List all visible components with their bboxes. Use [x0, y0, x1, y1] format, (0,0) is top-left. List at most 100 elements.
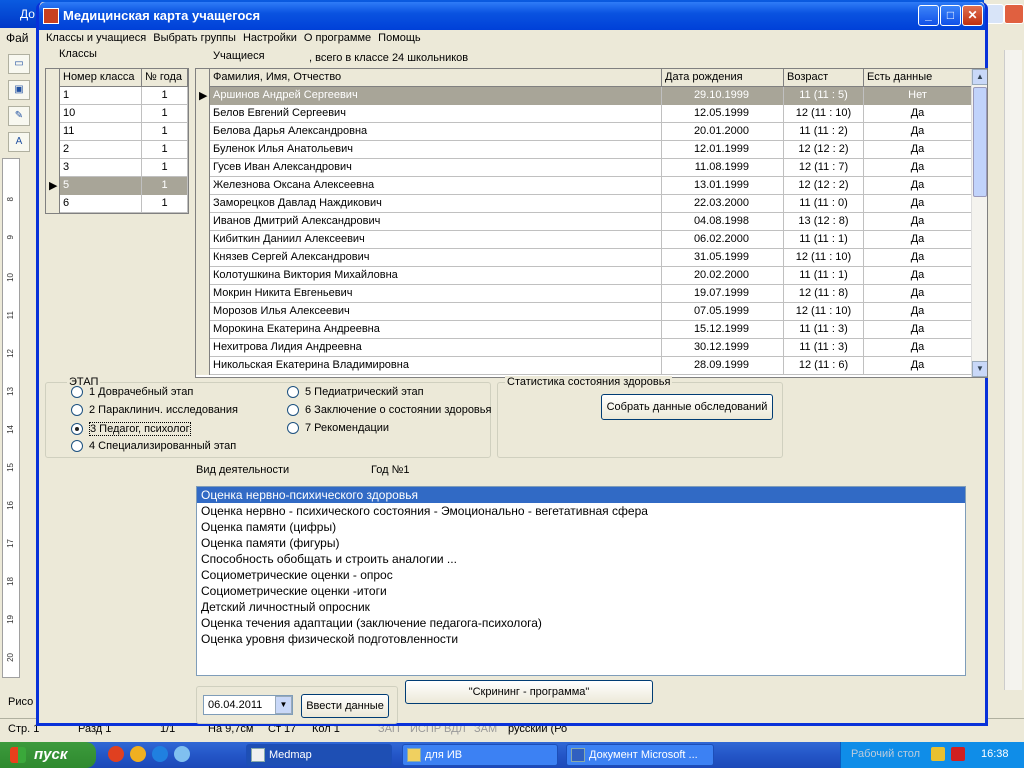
column-header[interactable]: Номер класса — [60, 69, 142, 87]
student-row[interactable]: Белов Евгений Сергеевич 12.05.1999 12 (11 … — [196, 105, 972, 123]
ie-icon[interactable] — [152, 746, 168, 762]
students-header: Фамилия, Имя, Отчество Дата рождения Возра… — [196, 69, 972, 87]
maximize-button[interactable]: □ — [940, 5, 961, 26]
opera-icon[interactable] — [108, 746, 124, 762]
stage-radio[interactable]: 4 Специализированный этап — [71, 440, 236, 452]
column-header[interactable]: № года — [142, 69, 188, 87]
student-row[interactable]: Кибиткин Даниил Алексеевич 06.02.2000 11 (… — [196, 231, 972, 249]
activity-item[interactable]: Оценка памяти (фигуры) — [197, 535, 965, 551]
taskbar-item-label: Medmap — [269, 749, 312, 761]
window-title-bar[interactable]: Медицинская карта учащегося _ □ ✕ — [39, 2, 985, 30]
menu-item[interactable]: Выбрать группы — [153, 32, 236, 44]
menu-item[interactable]: О программе — [304, 32, 371, 44]
background-scrollbar[interactable] — [1004, 50, 1022, 690]
activity-item[interactable]: Детский личностный опросник — [197, 599, 965, 615]
column-header[interactable]: Есть данные — [864, 69, 972, 87]
media-icon[interactable] — [174, 746, 190, 762]
date-dropdown-button[interactable]: ▼ — [275, 696, 292, 714]
menu-item[interactable]: Классы и учащиеся — [46, 32, 146, 44]
student-row[interactable]: Иванов Дмитрий Александрович 04.08.1998 13… — [196, 213, 972, 231]
taskbar-item-word[interactable]: Документ Microsoft ... — [566, 744, 714, 766]
activity-list[interactable]: Оценка нервно-психического здоровья Оценк… — [196, 486, 966, 676]
image-icon[interactable]: ▣ — [8, 80, 30, 100]
activity-item[interactable]: Социометрические оценки -итоги — [197, 583, 965, 599]
activity-item[interactable]: Способность обобщать и строить аналогии … — [197, 551, 965, 567]
student-row[interactable]: Колотушкина Виктория Михайловна 20.02.200… — [196, 267, 972, 285]
student-row[interactable]: Морокина Екатерина Андреевна 15.12.1999 11… — [196, 321, 972, 339]
start-button[interactable]: пуск — [0, 742, 96, 768]
student-row[interactable]: Никольская Екатерина Владимировна 28.09.1… — [196, 357, 972, 375]
column-header[interactable]: Дата рождения — [662, 69, 784, 87]
activity-item[interactable]: Оценка нервно - психического состояния -… — [197, 503, 965, 519]
class-row[interactable]: 11 1 — [46, 123, 188, 141]
background-draw-menu[interactable]: Рисо — [0, 690, 40, 716]
student-row[interactable]: Морозов Илья Алексеевич 07.05.1999 12 (11 … — [196, 303, 972, 321]
class-row[interactable]: 11 — [46, 87, 188, 105]
activity-item[interactable]: Оценка нервно-психического здоровья — [197, 487, 965, 503]
student-cell: Да — [864, 141, 972, 159]
background-menu-file[interactable]: Фай — [0, 28, 40, 48]
tray-app-icon[interactable] — [931, 747, 945, 761]
messenger-icon[interactable] — [130, 746, 146, 762]
taskbar-item-folder[interactable]: для ИВ — [402, 744, 558, 766]
activity-item[interactable]: Социометрические оценки - опрос — [197, 567, 965, 583]
desktop-label[interactable]: Рабочий стол — [851, 748, 920, 760]
student-cell: Мокрин Никита Евгеньевич — [210, 285, 662, 303]
students-grid[interactable]: Фамилия, Имя, Отчество Дата рождения Возра… — [195, 68, 988, 378]
student-row[interactable]: Князев Сергей Александрович 31.05.1999 12 … — [196, 249, 972, 267]
class-row[interactable]: 10 1 — [46, 105, 188, 123]
class-cell: 6 — [60, 195, 142, 213]
taskbar-item-medmap[interactable]: Medmap — [246, 744, 392, 766]
student-row[interactable]: Белова Дарья Александровна 20.01.2000 11 (… — [196, 123, 972, 141]
activity-item[interactable]: Оценка памяти (цифры) — [197, 519, 965, 535]
new-doc-icon[interactable]: ▭ — [8, 54, 30, 74]
column-header[interactable]: Фамилия, Имя, Отчество — [210, 69, 662, 87]
bg-close-button[interactable] — [1004, 4, 1024, 24]
ruler-number: 17 — [6, 539, 15, 548]
scroll-down-icon[interactable]: ▼ — [972, 361, 987, 377]
radio-dot-icon — [287, 404, 299, 416]
student-row[interactable]: ▶ Аршинов Андрей Сергеевич 29.10.1999 11 (1… — [196, 87, 972, 105]
edit-icon[interactable]: ✎ — [8, 106, 30, 126]
stage-radio[interactable]: 7 Рекомендации — [287, 422, 389, 434]
scroll-up-icon[interactable]: ▲ — [972, 69, 987, 85]
student-row[interactable]: Железнова Оксана Алексеевна 13.01.1999 12 … — [196, 177, 972, 195]
class-row[interactable]: 21 — [46, 141, 188, 159]
student-row[interactable]: Мокрин Никита Евгеньевич 19.07.1999 12 (11… — [196, 285, 972, 303]
activity-item[interactable]: Оценка уровня физической подготовленност… — [197, 631, 965, 647]
student-row[interactable]: Заморецков Давлад Наждикович 22.03.2000 11… — [196, 195, 972, 213]
scroll-thumb[interactable] — [973, 87, 987, 197]
activity-item[interactable]: Оценка течения адаптации (заключение пед… — [197, 615, 965, 631]
enter-data-button[interactable]: Ввести данные — [301, 694, 389, 718]
student-row[interactable]: Буленок Илья Анатольевич 12.01.1999 12 (12… — [196, 141, 972, 159]
close-button[interactable]: ✕ — [962, 5, 983, 26]
student-cell: 15.12.1999 — [662, 321, 784, 339]
class-row[interactable]: 31 — [46, 159, 188, 177]
minimize-button[interactable]: _ — [918, 5, 939, 26]
class-cell: 2 — [60, 141, 142, 159]
class-row[interactable]: ▶ 5 1 — [46, 177, 188, 195]
column-header[interactable]: Возраст — [784, 69, 864, 87]
screening-button[interactable]: "Скрининг - программа" — [405, 680, 653, 704]
menu-item[interactable]: Помощь — [378, 32, 421, 44]
student-row[interactable]: Гусев Иван Александрович 11.08.1999 12 (11… — [196, 159, 972, 177]
class-row[interactable]: 61 — [46, 195, 188, 213]
students-scrollbar[interactable]: ▲ ▼ — [971, 69, 987, 377]
ruler-number: 15 — [6, 463, 15, 472]
stage-option-label: 1 Доврачебный этап — [89, 386, 194, 398]
classes-grid[interactable]: Номер класса № года 1 1 10 1 11 1 2 1 3 1 ▶ 5 1 6 1 — [45, 68, 189, 214]
menu-item[interactable]: Настройки — [243, 32, 297, 44]
stage-radio[interactable]: 5 Педиатрический этап — [287, 386, 424, 398]
stage-radio[interactable]: 1 Доврачебный этап — [71, 386, 193, 398]
stage-radio[interactable]: 3 Педагог, психолог — [71, 422, 191, 436]
stage-radio[interactable]: 2 Параклинич. исследования — [71, 404, 238, 416]
student-cell: 12.01.1999 — [662, 141, 784, 159]
student-cell: 31.05.1999 — [662, 249, 784, 267]
student-cell: 11 (11 : 1) — [784, 267, 864, 285]
collect-data-button[interactable]: Собрать данные обследований — [601, 394, 773, 420]
stage-radio[interactable]: 6 Заключение о состоянии здоровья — [287, 404, 491, 416]
font-icon[interactable]: A — [8, 132, 30, 152]
antivirus-icon[interactable] — [951, 747, 965, 761]
student-cell: Никольская Екатерина Владимировна — [210, 357, 662, 375]
student-row[interactable]: Нехитрова Лидия Андреевна 30.12.1999 11 (1… — [196, 339, 972, 357]
